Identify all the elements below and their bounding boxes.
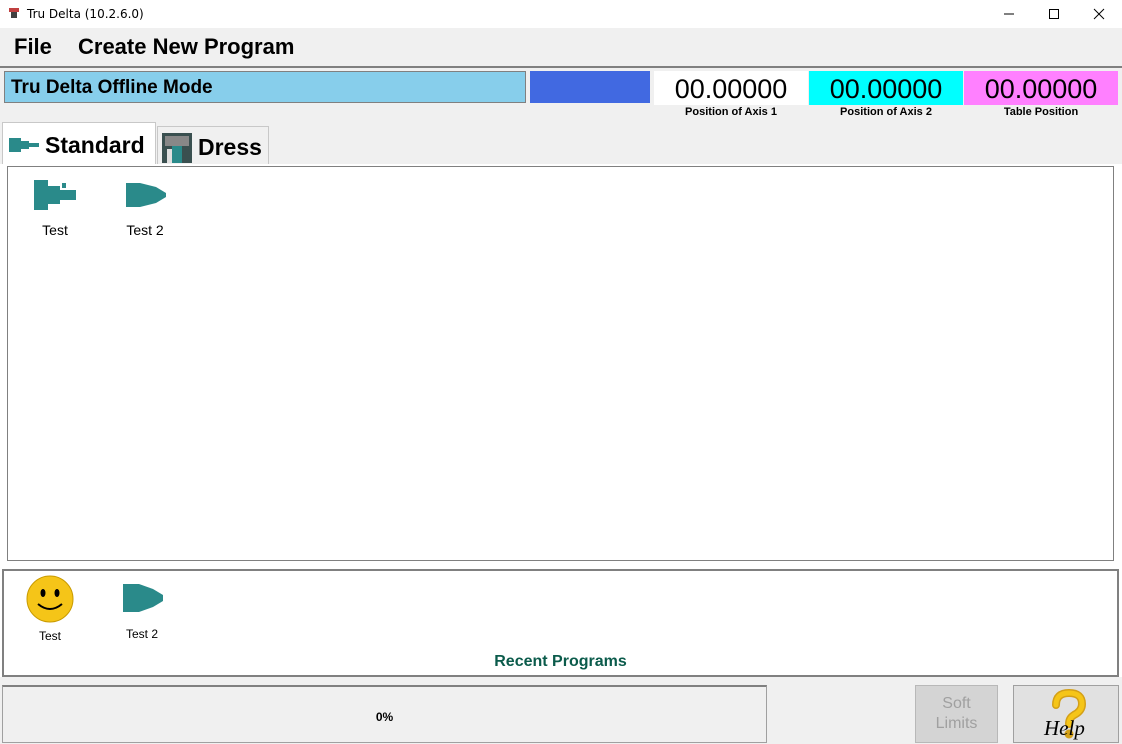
soft-limits-line1: Soft	[942, 695, 971, 712]
soft-limits-line2: Limits	[935, 715, 978, 732]
recent-program-item[interactable]: Test 2	[112, 581, 172, 641]
maximize-icon	[1049, 9, 1059, 19]
minimize-icon	[1004, 13, 1014, 15]
app-icon	[9, 8, 19, 18]
progress-text: 0%	[375, 710, 394, 724]
recent-programs-title: Recent Programs	[494, 653, 627, 670]
spindle-icon	[34, 180, 76, 210]
bowtie-icon	[123, 584, 163, 612]
menu-file[interactable]: File	[14, 34, 52, 60]
axis1-label: Position of Axis 1	[685, 106, 777, 118]
mode-indicator: Tru Delta Offline Mode	[4, 71, 526, 103]
recent-programs-panel: Test Test 2 Recent Programs	[2, 569, 1119, 677]
recent-program-label: Test 2	[125, 627, 158, 641]
tab-dress[interactable]: Dress	[157, 126, 269, 164]
window-title: Tru Delta (10.2.6.0)	[27, 7, 144, 21]
table-position-value: 00.00000	[984, 74, 1098, 104]
tab-standard[interactable]: Standard	[2, 122, 156, 164]
bowtie-icon	[126, 182, 166, 208]
tab-standard-label: Standard	[45, 132, 145, 158]
dress-wheel-icon	[162, 133, 192, 163]
status-row: Tru Delta Offline Mode 00.00000 Position…	[0, 66, 1122, 120]
help-button[interactable]: Help	[1013, 685, 1119, 743]
smiley-icon	[26, 575, 74, 623]
close-icon	[1093, 8, 1105, 20]
program-item[interactable]: Test	[25, 179, 85, 238]
bottom-bar: 0% Soft Limits Help	[0, 677, 1122, 744]
tab-bar: Standard Dress	[0, 120, 1122, 164]
axis1-value: 00.00000	[674, 74, 788, 104]
axis2-label: Position of Axis 2	[840, 106, 932, 118]
programs-panel: Test Test 2	[7, 166, 1114, 561]
axis2-value: 00.00000	[829, 74, 943, 104]
menu-create-new-program[interactable]: Create New Program	[78, 34, 294, 60]
spindle-icon	[9, 138, 39, 152]
axis1-display: 00.00000	[654, 71, 808, 105]
program-item[interactable]: Test 2	[115, 179, 175, 238]
program-label: Test 2	[126, 222, 164, 238]
help-label: Help	[1044, 716, 1085, 740]
soft-limits-button[interactable]: Soft Limits	[915, 685, 998, 743]
close-button[interactable]	[1076, 0, 1122, 28]
mode-text: Tru Delta Offline Mode	[11, 77, 213, 98]
menu-bar: File Create New Program	[0, 28, 1122, 66]
table-position-display: 00.00000	[964, 71, 1118, 105]
minimize-button[interactable]	[986, 0, 1032, 28]
progress-bar: 0%	[2, 685, 767, 743]
title-bar: Tru Delta (10.2.6.0)	[0, 0, 1122, 28]
recent-program-label: Test	[38, 629, 61, 643]
maximize-button[interactable]	[1031, 0, 1077, 28]
recent-program-item[interactable]: Test	[20, 574, 80, 643]
table-position-label: Table Position	[1003, 106, 1079, 118]
status-color-box	[530, 71, 650, 103]
tab-dress-label: Dress	[198, 134, 262, 160]
program-label: Test	[42, 222, 68, 238]
axis2-display: 00.00000	[809, 71, 963, 105]
